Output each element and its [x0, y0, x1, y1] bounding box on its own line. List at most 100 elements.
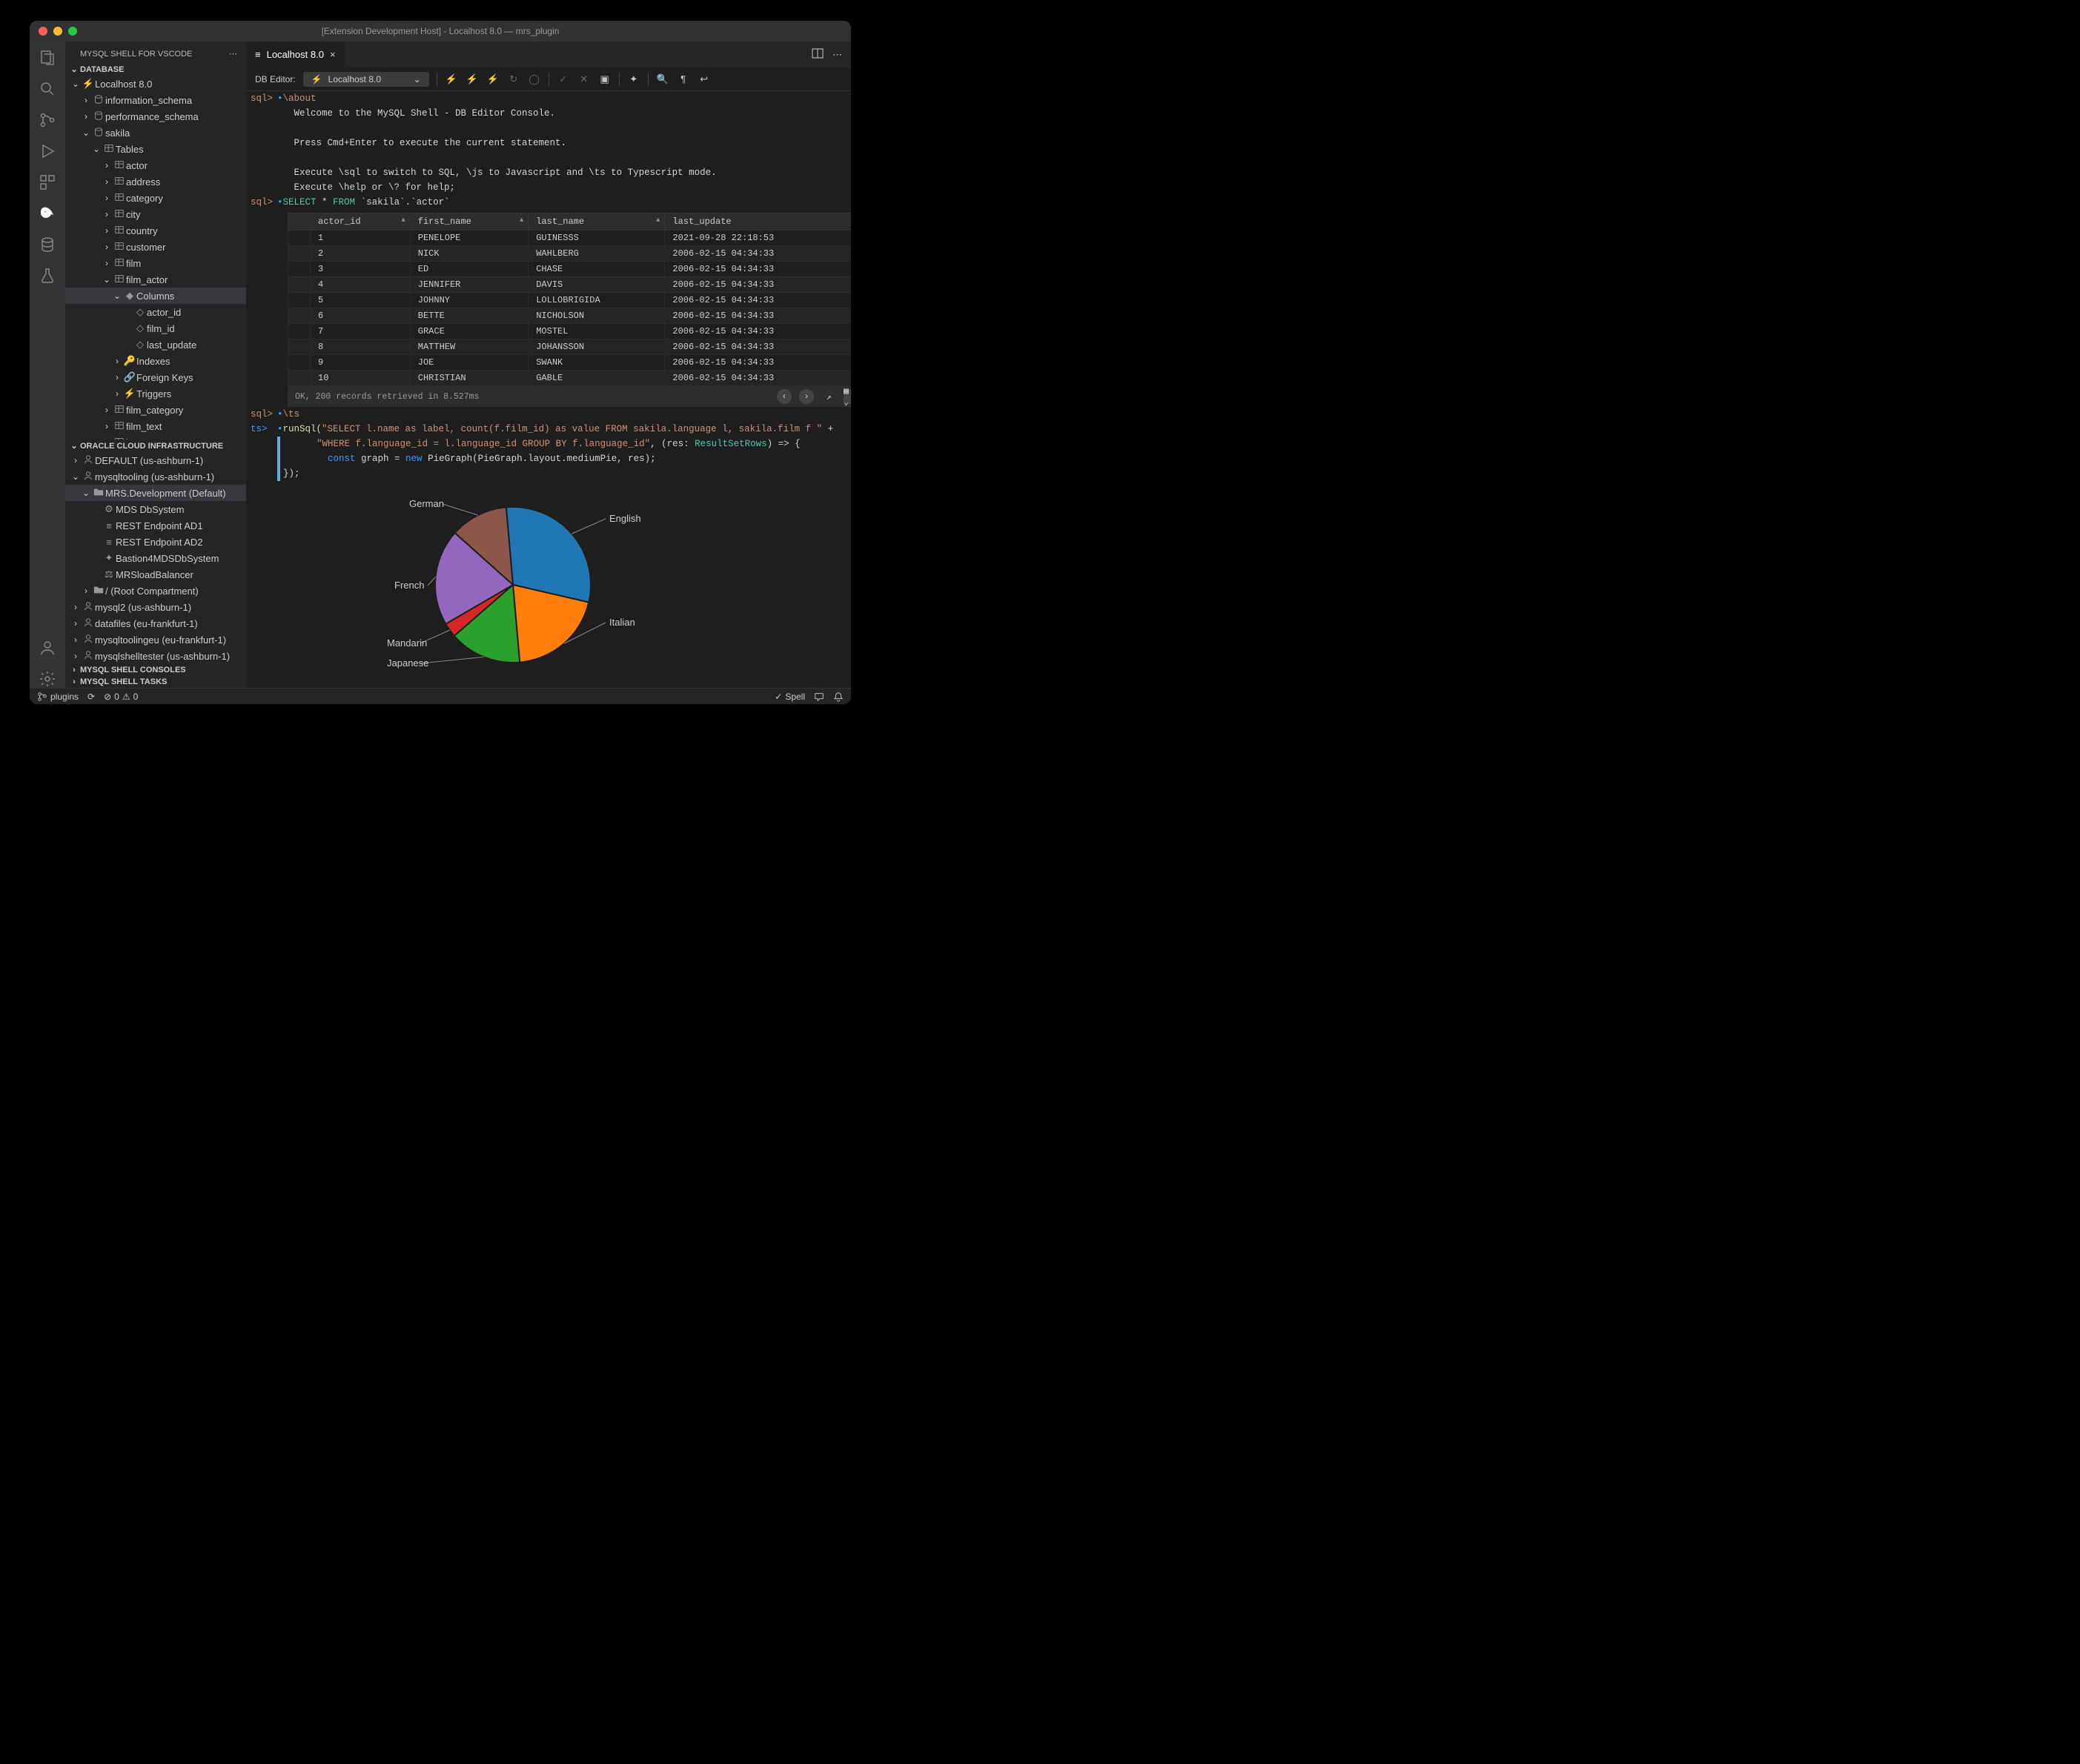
search-icon[interactable] — [39, 80, 56, 98]
tree-item[interactable]: ›film_text — [65, 418, 246, 434]
check-icon[interactable]: ✓ — [557, 73, 570, 86]
tree-item[interactable]: ⌄film_actor — [65, 271, 246, 288]
tree-item[interactable]: ›category — [65, 190, 246, 206]
tab-localhost[interactable]: ≡ Localhost 8.0 × — [246, 42, 345, 67]
notifications-icon[interactable] — [833, 692, 844, 702]
settings-icon[interactable] — [39, 670, 56, 688]
tree-item[interactable]: ≡REST Endpoint AD2 — [65, 534, 246, 550]
toggle-whitespace-icon[interactable]: ¶ — [677, 73, 690, 86]
tree-item[interactable]: ◇actor_id — [65, 304, 246, 320]
status-bar: plugins ⟳ ⊘ 0 ⚠ 0 ✓ Spell — [30, 688, 851, 704]
tree-item[interactable]: ⌄mysqltooling (us-ashburn-1) — [65, 468, 246, 485]
table-row[interactable]: 6BETTENICHOLSON2006-02-15 04:34:33 — [288, 308, 852, 324]
accounts-icon[interactable] — [39, 639, 56, 657]
next-page-icon[interactable]: › — [799, 389, 814, 404]
table-row[interactable]: 10CHRISTIANGABLE2006-02-15 04:34:33 — [288, 371, 852, 386]
stop-icon[interactable]: ↻ — [507, 73, 520, 86]
word-wrap-icon[interactable]: ↩ — [698, 73, 711, 86]
tree-item[interactable]: ›DEFAULT (us-ashburn-1) — [65, 452, 246, 468]
more-actions-icon[interactable]: ⋯ — [832, 49, 842, 61]
tree-item[interactable]: ⌄sakila — [65, 125, 246, 141]
split-editor-icon[interactable] — [812, 47, 824, 62]
find-icon[interactable]: 🔍 — [656, 73, 669, 86]
column-header[interactable]: last_name▲ — [529, 213, 665, 231]
debug-icon[interactable] — [39, 142, 56, 160]
tree-item[interactable]: ›inventory — [65, 434, 246, 440]
table-row[interactable]: 9JOESWANK2006-02-15 04:34:33 — [288, 355, 852, 371]
table-row[interactable]: 4JENNIFERDAVIS2006-02-15 04:34:33 — [288, 277, 852, 293]
editor-toolbar: DB Editor: ⚡ Localhost 8.0 ⌄ ⚡ ⚡ ⚡ ↻ ◯ ✓… — [246, 67, 851, 91]
table-row[interactable]: 2NICKWAHLBERG2006-02-15 04:34:33 — [288, 246, 852, 262]
extensions-icon[interactable] — [39, 173, 56, 191]
connection-select[interactable]: ⚡ Localhost 8.0 ⌄ — [303, 72, 429, 87]
editor-content[interactable]: sql>•\about Welcome to the MySQL Shell -… — [246, 91, 851, 688]
tree-item[interactable]: ›mysqlshelltester (us-ashburn-1) — [65, 648, 246, 664]
tree-item[interactable]: ›mysql2 (us-ashburn-1) — [65, 599, 246, 615]
view-mode-icon[interactable]: ▦ ⌄ — [844, 389, 851, 404]
feedback-icon[interactable] — [814, 692, 824, 702]
minimize-window-button[interactable] — [53, 27, 62, 36]
commit-icon[interactable]: ◯ — [528, 73, 541, 86]
tree-item[interactable]: ›country — [65, 222, 246, 239]
mysql-shell-icon[interactable] — [39, 205, 56, 222]
result-grid[interactable]: actor_id▲first_name▲last_name▲last_updat… — [288, 213, 851, 386]
tree-item[interactable]: ⌄⚡Localhost 8.0 — [65, 76, 246, 92]
git-icon[interactable] — [39, 111, 56, 129]
column-header[interactable]: first_name▲ — [410, 213, 528, 231]
tree-item[interactable]: ›⚡Triggers — [65, 385, 246, 402]
prev-page-icon[interactable]: ‹ — [777, 389, 792, 404]
section-tasks[interactable]: ›MYSQL SHELL TASKS — [65, 676, 246, 688]
tree-item[interactable]: ›information_schema — [65, 92, 246, 108]
tree-item[interactable]: ⌄MRS.Development (Default) — [65, 485, 246, 501]
section-oci[interactable]: ⌄ORACLE CLOUD INFRASTRUCTURE — [65, 440, 246, 452]
tree-item[interactable]: ⚖MRSloadBalancer — [65, 566, 246, 583]
tree-item[interactable]: ⚙MDS DbSystem — [65, 501, 246, 517]
tree-item[interactable]: ›film_category — [65, 402, 246, 418]
result-status: OK, 200 records retrieved in 8.527ms ‹ ›… — [288, 386, 851, 407]
tree-item[interactable]: ›film — [65, 255, 246, 271]
format-icon[interactable]: ✦ — [627, 73, 640, 86]
explorer-icon[interactable] — [39, 49, 56, 67]
execute-script-icon[interactable]: ⚡ — [466, 73, 479, 86]
tree-item[interactable]: ✦Bastion4MDSDbSystem — [65, 550, 246, 566]
export-icon[interactable]: ↗ — [821, 389, 836, 404]
table-row[interactable]: 8MATTHEWJOHANSSON2006-02-15 04:34:33 — [288, 339, 852, 355]
table-row[interactable]: 1PENELOPEGUINESSS2021-09-28 22:18:53 — [288, 231, 852, 246]
tree-item[interactable]: ›address — [65, 173, 246, 190]
sidebar-more-icon[interactable]: ⋯ — [229, 49, 237, 59]
tree-item[interactable]: ⌄◆Columns — [65, 288, 246, 304]
problems-indicator[interactable]: ⊘ 0 ⚠ 0 — [104, 692, 138, 702]
tree-item[interactable]: ≡REST Endpoint AD1 — [65, 517, 246, 534]
section-consoles[interactable]: ›MYSQL SHELL CONSOLES — [65, 664, 246, 676]
git-branch[interactable]: plugins — [37, 692, 79, 702]
tree-item[interactable]: ›city — [65, 206, 246, 222]
tree-item[interactable]: ⌄Tables — [65, 141, 246, 157]
tree-item[interactable]: ›/ (Root Compartment) — [65, 583, 246, 599]
tree-item[interactable]: ›customer — [65, 239, 246, 255]
tree-item[interactable]: ◇film_id — [65, 320, 246, 336]
sync-icon[interactable]: ⟳ — [87, 692, 95, 702]
execute-caret-icon[interactable]: ⚡ — [486, 73, 500, 86]
section-database[interactable]: ⌄DATABASE — [65, 63, 246, 76]
tree-item[interactable]: ›actor — [65, 157, 246, 173]
column-header[interactable]: last_update▲ — [665, 213, 851, 231]
tree-item[interactable]: ›🔗Foreign Keys — [65, 369, 246, 385]
test-icon[interactable] — [39, 267, 56, 285]
close-tab-icon[interactable]: × — [330, 49, 336, 60]
close-window-button[interactable] — [39, 27, 47, 36]
column-header[interactable]: actor_id▲ — [311, 213, 411, 231]
table-row[interactable]: 5JOHNNYLOLLOBRIGIDA2006-02-15 04:34:33 — [288, 293, 852, 308]
table-row[interactable]: 7GRACEMOSTEL2006-02-15 04:34:33 — [288, 324, 852, 339]
spell-check[interactable]: ✓ Spell — [775, 692, 805, 702]
cancel-icon[interactable]: ✕ — [577, 73, 591, 86]
database-icon[interactable] — [39, 236, 56, 253]
maximize-window-button[interactable] — [68, 27, 77, 36]
tree-item[interactable]: ›mysqltoolingeu (eu-frankfurt-1) — [65, 631, 246, 648]
tree-item[interactable]: ›🔑Indexes — [65, 353, 246, 369]
tree-item[interactable]: ›performance_schema — [65, 108, 246, 125]
execute-icon[interactable]: ⚡ — [445, 73, 458, 86]
table-row[interactable]: 3EDCHASE2006-02-15 04:34:33 — [288, 262, 852, 277]
tree-item[interactable]: ◇last_update — [65, 336, 246, 353]
auto-commit-icon[interactable]: ▣ — [598, 73, 612, 86]
tree-item[interactable]: ›datafiles (eu-frankfurt-1) — [65, 615, 246, 631]
